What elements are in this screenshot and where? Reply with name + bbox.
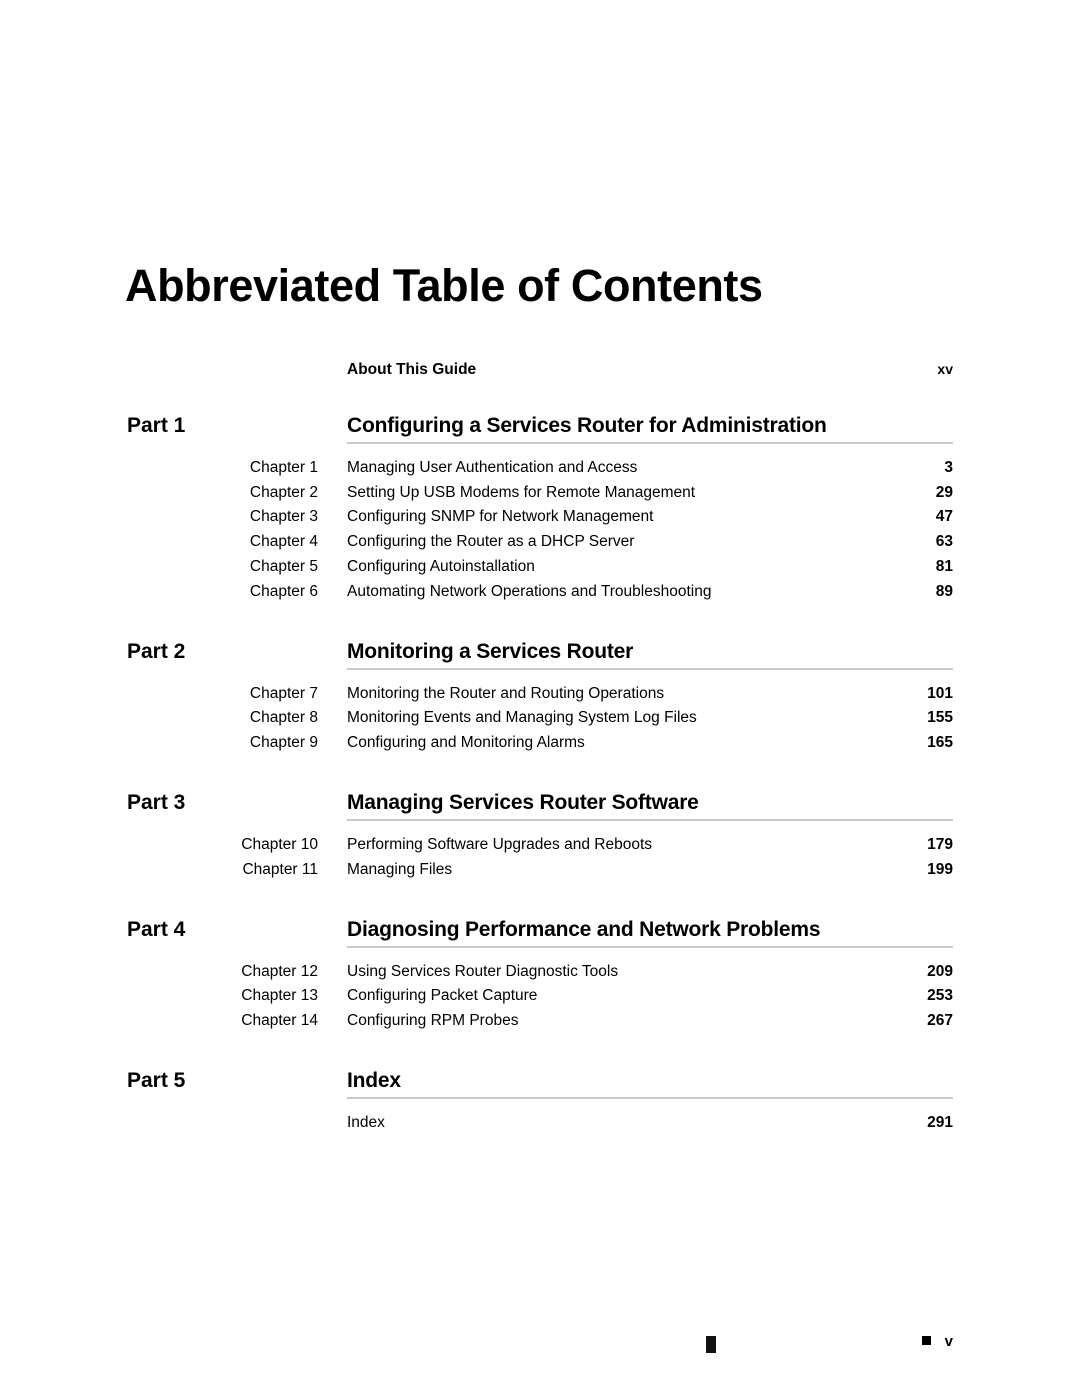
part-heading[interactable]: Index (347, 1069, 953, 1093)
part-divider (347, 1097, 953, 1099)
part-label: Part 5 (127, 1069, 186, 1092)
page-number: 29 (935, 483, 953, 501)
page-number: 209 (927, 962, 953, 980)
part-label: Part 4 (127, 917, 186, 941)
chapter-label: Chapter 10 (241, 835, 318, 853)
chapter-label: Chapter 6 (249, 582, 318, 600)
page-number: 267 (927, 1012, 953, 1029)
page-number: 63 (935, 533, 953, 551)
part-heading[interactable]: Diagnosing Performance and Network Probl… (347, 918, 953, 942)
chapter-label: Chapter 14 (241, 1012, 318, 1029)
part-label: Part 3 (127, 790, 186, 814)
page-number: 47 (935, 508, 953, 526)
chapter-label: Chapter 5 (249, 557, 318, 575)
page-number: 101 (927, 684, 953, 702)
frontmatter-page-number: xv (937, 361, 953, 377)
page-title: Abbreviated Table of Contents (125, 260, 763, 311)
part-divider (347, 818, 953, 821)
page-number: 179 (927, 835, 953, 853)
part-heading[interactable]: Monitoring a Services Router (347, 640, 953, 664)
page-number: 253 (927, 987, 953, 1005)
page-number: 3 (944, 459, 953, 476)
page-number: 155 (927, 709, 953, 727)
chapter-label: Chapter 7 (249, 684, 318, 702)
part-divider (347, 442, 953, 444)
part-divider (347, 945, 953, 948)
document-page: Abbreviated Table of Contents About This… (0, 0, 1080, 1397)
page-number: 199 (927, 860, 953, 878)
footer-page-indicator: v (780, 1333, 953, 1350)
chapter-label: Chapter 3 (249, 508, 318, 526)
chapter-label: Chapter 8 (249, 709, 318, 727)
footer-page-number: v (944, 1333, 953, 1350)
part-heading[interactable]: Configuring a Services Router for Admini… (347, 414, 953, 438)
chapter-label: Chapter 12 (241, 962, 318, 980)
chapter-label: Chapter 4 (249, 533, 318, 551)
chapter-label: Chapter 2 (249, 483, 318, 501)
square-bullet-icon (921, 1336, 931, 1345)
part-label: Part 1 (127, 414, 186, 437)
part-divider (347, 667, 953, 670)
chapter-label: Chapter 11 (242, 860, 318, 878)
part-label: Part 2 (127, 639, 186, 663)
chapter-label: Chapter 13 (241, 987, 318, 1005)
page-number: 81 (935, 557, 953, 575)
part-heading[interactable]: Managing Services Router Software (347, 791, 953, 815)
page-number: 165 (927, 733, 953, 751)
page-number: 89 (935, 582, 953, 600)
page-number: 291 (927, 1114, 953, 1131)
chapter-label: Chapter 9 (249, 733, 318, 751)
chapter-label: Chapter 1 (249, 459, 318, 476)
footer-center-mark (706, 1336, 716, 1353)
